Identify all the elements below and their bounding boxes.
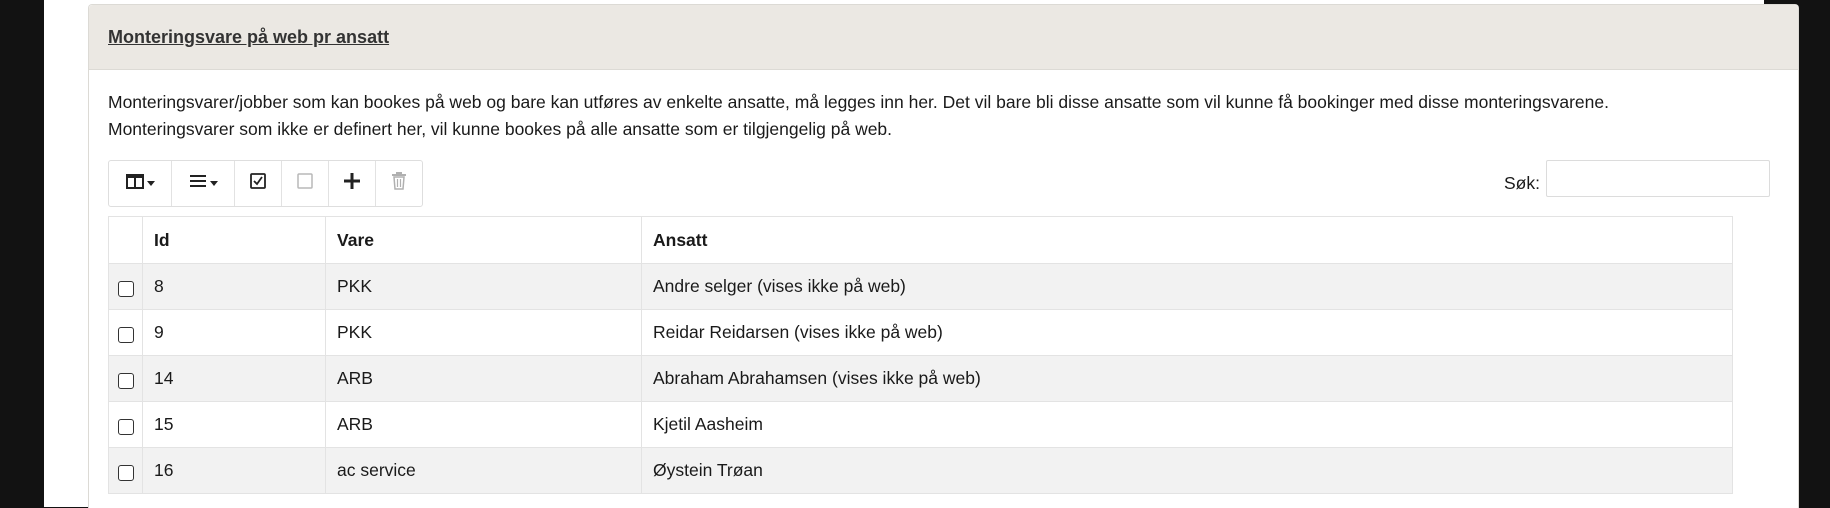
search-label: Søk: [1504, 173, 1540, 193]
uncheck-all-button[interactable] [282, 161, 329, 206]
column-header-ansatt[interactable]: Ansatt [641, 216, 1733, 264]
table-row[interactable]: 8 PKK Andre selger (vises ikke på web) [108, 263, 1733, 310]
columns-icon [125, 173, 144, 194]
row-checkbox[interactable] [117, 419, 134, 436]
column-header-vare[interactable]: Vare [325, 216, 642, 264]
add-button[interactable] [329, 161, 376, 206]
panel-header: Monteringsvare på web pr ansatt [89, 5, 1798, 70]
data-table: Id Vare Ansatt 8 PKK Andre selger (vises… [108, 216, 1733, 494]
cell-id: 16 [142, 447, 326, 494]
row-checkbox[interactable] [117, 373, 134, 390]
table-row[interactable]: 15 ARB Kjetil Aasheim [108, 401, 1733, 448]
header-checkbox-cell [108, 216, 143, 264]
description-line: Monteringsvarer/jobber som kan bookes på… [108, 92, 1609, 112]
cell-id: 14 [142, 355, 326, 402]
row-checkbox-cell [108, 355, 143, 402]
plus-icon [343, 172, 361, 195]
check-all-button[interactable] [235, 161, 282, 206]
table-row[interactable]: 9 PKK Reidar Reidarsen (vises ikke på we… [108, 309, 1733, 356]
cell-id: 9 [142, 309, 326, 356]
cell-vare: PKK [325, 263, 642, 310]
search-input[interactable] [1546, 160, 1770, 197]
row-checkbox-cell [108, 263, 143, 310]
row-checkbox-cell [108, 447, 143, 494]
cell-ansatt: Øystein Trøan [641, 447, 1733, 494]
table-toolbar [108, 160, 423, 207]
cell-vare: ac service [325, 447, 642, 494]
cell-ansatt: Kjetil Aasheim [641, 401, 1733, 448]
uncheck-all-icon [297, 173, 313, 194]
list-icon [189, 174, 207, 193]
cell-ansatt: Reidar Reidarsen (vises ikke på web) [641, 309, 1733, 356]
row-checkbox[interactable] [117, 465, 134, 482]
content-page: Monteringsvare på web pr ansatt Monterin… [44, 0, 1799, 508]
table-header-row: Id Vare Ansatt [108, 216, 1733, 264]
column-header-id[interactable]: Id [142, 216, 326, 264]
panel: Monteringsvare på web pr ansatt Monterin… [88, 4, 1799, 508]
panel-title[interactable]: Monteringsvare på web pr ansatt [108, 27, 389, 48]
chevron-down-icon [146, 181, 155, 186]
cell-vare: ARB [325, 355, 642, 402]
row-checkbox[interactable] [117, 281, 134, 298]
cell-ansatt: Abraham Abrahamsen (vises ikke på web) [641, 355, 1733, 402]
cell-vare: ARB [325, 401, 642, 448]
panel-description: Monteringsvarer/jobber som kan bookes på… [108, 89, 1748, 143]
cell-vare: PKK [325, 309, 642, 356]
cell-id: 15 [142, 401, 326, 448]
list-menu-button[interactable] [172, 161, 235, 206]
table-row[interactable]: 16 ac service Øystein Trøan [108, 447, 1733, 494]
delete-button[interactable] [376, 161, 422, 206]
row-checkbox-cell [108, 401, 143, 448]
columns-button[interactable] [109, 161, 172, 206]
chevron-down-icon [209, 181, 218, 186]
cell-ansatt: Andre selger (vises ikke på web) [641, 263, 1733, 310]
check-all-icon [250, 173, 266, 194]
table-row[interactable]: 14 ARB Abraham Abrahamsen (vises ikke på… [108, 355, 1733, 402]
cell-id: 8 [142, 263, 326, 310]
description-line: Monteringsvarer som ikke er definert her… [108, 119, 893, 139]
row-checkbox[interactable] [117, 327, 134, 344]
row-checkbox-cell [108, 309, 143, 356]
trash-icon [391, 172, 407, 195]
